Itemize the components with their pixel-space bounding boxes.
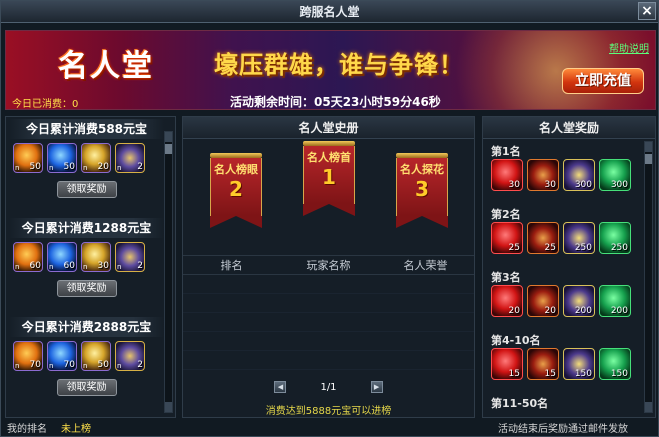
event-countdown: 活动剩余时间：05天23小时59分46秒 (230, 95, 441, 109)
rank-reward-row: 第4-10名 15 15 150 150 (491, 332, 641, 380)
tier-title: 今日累计消费2888元宝 (9, 317, 164, 337)
window-title: 跨服名人堂 (299, 5, 360, 19)
scroll-down-arrow-icon[interactable] (165, 402, 172, 412)
hall-of-fame-rewards-panel: 名人堂奖励 第1名 30 30 300 300 第2名 25 25 250 25… (482, 116, 656, 418)
page-indicator: 1/1 (320, 381, 337, 393)
event-banner: 名人堂 壕压群雄，谁与争锋！ 帮助说明 今日已消费：0 活动剩余时间：05天23… (5, 30, 656, 110)
scroll-up-arrow-icon[interactable] (645, 142, 652, 152)
hall-of-fame-window: 跨服名人堂 × 名人堂 壕压群雄，谁与争锋！ 帮助说明 今日已消费：0 活动剩余… (0, 0, 659, 437)
window-titlebar: 跨服名人堂 × (1, 1, 658, 23)
gift-box-icon[interactable]: 30 (527, 159, 559, 191)
ranking-table-header: 排名 玩家名称 名人荣誉 (183, 255, 474, 275)
col-player-name: 玩家名称 (306, 259, 351, 272)
recharge-button[interactable]: 立即充值 (562, 68, 644, 94)
rank-label: 第1名 (491, 145, 521, 158)
scroll-up-arrow-icon[interactable] (165, 132, 172, 142)
rank-reward-row: 第11-50名 (491, 395, 641, 411)
rank-label: 第3名 (491, 271, 521, 284)
rank-label: 第2名 (491, 208, 521, 221)
blue-gem-icon[interactable]: n 50 (47, 143, 77, 173)
treasure-chest-icon[interactable]: n2 (115, 341, 145, 371)
skill-book-icon[interactable]: 300 (563, 159, 595, 191)
banner-slogan: 壕压群雄，谁与争锋！ (214, 51, 464, 79)
ranking-table-body (183, 275, 474, 385)
my-rank-value: 未上榜 (61, 424, 91, 435)
red-gem-icon[interactable]: 25 (491, 222, 523, 254)
hall-of-fame-history-panel: 名人堂史册 名人榜眼2 名人榜首1 名人探花3 排名 玩家名称 名人荣誉 (182, 116, 475, 418)
reward-tier: 今日累计消费1288元宝 n 60 n 60 n 30 n2 领取奖励 (9, 218, 164, 297)
orange-gem-icon[interactable]: n 60 (13, 242, 43, 272)
treasure-chest-icon[interactable]: n2 (115, 242, 145, 272)
gift-box-icon[interactable]: 25 (527, 222, 559, 254)
gift-box-icon[interactable]: 15 (527, 348, 559, 380)
red-gem-icon[interactable]: 15 (491, 348, 523, 380)
reward-tier: 今日累计消费2888元宝 n 70 n 70 n 50 n2 领取奖励 (9, 317, 164, 396)
rank-reward-row: 第3名 20 20 200 200 (491, 269, 641, 317)
blue-gem-icon[interactable]: n 70 (47, 341, 77, 371)
daily-spend-rewards-panel: 今日累计消费588元宝 n 50 n 50 n 20 n2 领取奖励 今日累计消费12… (5, 116, 176, 418)
red-gem-icon[interactable]: 30 (491, 159, 523, 191)
claim-reward-button[interactable]: 领取奖励 (56, 280, 117, 297)
rank-reward-row: 第2名 25 25 250 250 (491, 206, 641, 254)
col-honor: 名人荣誉 (403, 259, 448, 272)
mystery-egg-icon[interactable]: n 50 (81, 341, 111, 371)
skill-book-icon[interactable]: 200 (563, 285, 595, 317)
skill-book-icon[interactable]: 150 (563, 348, 595, 380)
rank-label: 第11-50名 (491, 397, 549, 410)
rank-1-banner[interactable]: 名人榜首 1 (303, 141, 355, 216)
green-gem-icon[interactable]: 250 (599, 222, 631, 254)
orange-gem-icon[interactable]: n 70 (13, 341, 43, 371)
claim-reward-button[interactable]: 领取奖励 (56, 181, 117, 198)
my-rank-label: 我的排名 (7, 424, 47, 435)
next-page-button[interactable]: ▶ (370, 381, 383, 393)
banner-title: 名人堂 (58, 49, 154, 84)
footer-bar: 我的排名 未上榜 活动结束后奖励通过邮件发放 (1, 422, 658, 437)
today-spent-text: 今日已消费：0 (12, 99, 79, 110)
rank-reward-row: 第1名 30 30 300 300 (491, 143, 641, 191)
help-link[interactable]: 帮助说明 (609, 40, 649, 55)
green-gem-icon[interactable]: 300 (599, 159, 631, 191)
history-header: 名人堂史册 (183, 117, 474, 139)
rank-3-banner[interactable]: 名人探花 3 (396, 153, 448, 228)
rewards-header: 名人堂奖励 (483, 117, 655, 139)
red-gem-icon[interactable]: 20 (491, 285, 523, 317)
tier-title: 今日累计消费588元宝 (9, 119, 164, 139)
treasure-chest-icon[interactable]: n2 (115, 143, 145, 173)
green-gem-icon[interactable]: 150 (599, 348, 631, 380)
tier-title: 今日累计消费1288元宝 (9, 218, 164, 238)
green-gem-icon[interactable]: 200 (599, 285, 631, 317)
mail-reward-notice: 活动结束后奖励通过邮件发放 (498, 424, 628, 435)
top-three-banners: 名人榜眼 2 名人榜首 1 名人探花 3 (183, 139, 474, 247)
orange-gem-icon[interactable]: n 50 (13, 143, 43, 173)
blue-gem-icon[interactable]: n 60 (47, 242, 77, 272)
skill-book-icon[interactable]: 250 (563, 222, 595, 254)
rank-2-banner[interactable]: 名人榜眼 2 (210, 153, 262, 228)
reward-tier: 今日累计消费588元宝 n 50 n 50 n 20 n2 领取奖励 (9, 119, 164, 198)
mystery-egg-icon[interactable]: n 30 (81, 242, 111, 272)
prev-page-button[interactable]: ◀ (274, 381, 287, 393)
mystery-egg-icon[interactable]: n 20 (81, 143, 111, 173)
claim-reward-button[interactable]: 领取奖励 (56, 379, 117, 396)
scroll-down-arrow-icon[interactable] (645, 402, 652, 412)
right-scrollbar[interactable] (644, 141, 653, 413)
scroll-thumb[interactable] (645, 154, 652, 164)
rank-label: 第4-10名 (491, 334, 541, 347)
col-rank: 排名 (220, 259, 243, 272)
scroll-thumb[interactable] (165, 144, 172, 154)
left-scrollbar[interactable] (164, 131, 173, 413)
close-button[interactable]: × (638, 2, 656, 20)
entry-requirement-note: 消费达到5888元宝可以进榜 (265, 406, 392, 417)
pagination: ◀ 1/1 ▶ (183, 379, 474, 395)
gift-box-icon[interactable]: 20 (527, 285, 559, 317)
